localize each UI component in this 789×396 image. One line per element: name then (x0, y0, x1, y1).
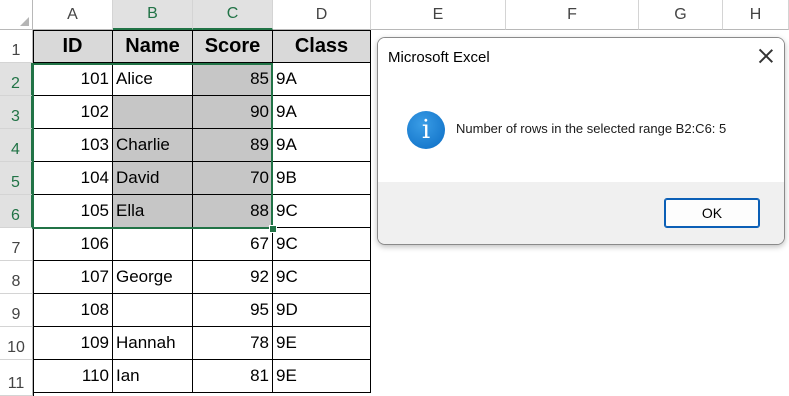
cell-class[interactable]: 9E (273, 360, 371, 393)
header-cell-score[interactable]: Score (193, 30, 273, 63)
dialog-message: Number of rows in the selected range B2:… (456, 121, 727, 136)
cell-name[interactable] (113, 228, 193, 261)
info-icon: i (407, 111, 445, 149)
cell-name[interactable] (113, 294, 193, 327)
cell-name[interactable]: Charlie (113, 129, 193, 162)
cell-name[interactable] (113, 96, 193, 129)
cell-id[interactable]: 106 (33, 228, 113, 261)
row-header-6[interactable]: 6 (0, 195, 33, 228)
cell-id[interactable]: 102 (33, 96, 113, 129)
cell-name[interactable]: Alice (113, 63, 193, 96)
cell-score[interactable]: 95 (193, 294, 273, 327)
row-header-1[interactable]: 1 (0, 30, 33, 63)
cell-id[interactable]: 101 (33, 63, 113, 96)
cell-id[interactable]: 108 (33, 294, 113, 327)
cell-id[interactable]: 110 (33, 360, 113, 393)
cell-score[interactable]: 78 (193, 327, 273, 360)
cell-score[interactable]: 90 (193, 96, 273, 129)
cell-class[interactable]: 9C (273, 261, 371, 294)
cell-score[interactable]: 85 (193, 63, 273, 96)
column-header-f[interactable]: F (506, 0, 639, 30)
cell-id[interactable]: 109 (33, 327, 113, 360)
cell-score[interactable]: 70 (193, 162, 273, 195)
message-dialog: Microsoft Excel i Number of rows in the … (377, 37, 785, 245)
cell-class[interactable]: 9A (273, 63, 371, 96)
cell-score[interactable]: 81 (193, 360, 273, 393)
dialog-title-bar[interactable]: Microsoft Excel (378, 38, 784, 76)
row-header-11[interactable]: 11 (0, 360, 33, 396)
cell-id[interactable]: 107 (33, 261, 113, 294)
column-header-b[interactable]: B (113, 0, 193, 30)
row-header-9[interactable]: 9 (0, 294, 33, 327)
cell-class[interactable]: 9E (273, 327, 371, 360)
cell-class[interactable]: 9C (273, 195, 371, 228)
cell-class[interactable]: 9A (273, 129, 371, 162)
column-header-d[interactable]: D (273, 0, 371, 30)
header-cell-id[interactable]: ID (33, 30, 113, 63)
table-top-border (33, 30, 371, 31)
dialog-title: Microsoft Excel (388, 48, 490, 66)
cell-class[interactable]: 9D (273, 294, 371, 327)
fill-handle[interactable] (269, 225, 277, 233)
row-header-3[interactable]: 3 (0, 96, 33, 129)
row-header-2[interactable]: 2 (0, 63, 33, 96)
cell-name[interactable]: Ella (113, 195, 193, 228)
cell-name[interactable]: David (113, 162, 193, 195)
column-header-c[interactable]: C (193, 0, 273, 30)
row-header-5[interactable]: 5 (0, 162, 33, 195)
cell-name[interactable]: George (113, 261, 193, 294)
header-cell-name[interactable]: Name (113, 30, 193, 63)
cell-score[interactable]: 89 (193, 129, 273, 162)
close-icon[interactable] (758, 48, 774, 64)
ok-button[interactable]: OK (664, 198, 760, 228)
row-header-7[interactable]: 7 (0, 228, 33, 261)
cell-class[interactable]: 9A (273, 96, 371, 129)
cell-score[interactable]: 92 (193, 261, 273, 294)
row-header-8[interactable]: 8 (0, 261, 33, 294)
cell-id[interactable]: 105 (33, 195, 113, 228)
select-all-corner[interactable] (0, 0, 33, 30)
cell-id[interactable]: 103 (33, 129, 113, 162)
cell-name[interactable]: Ian (113, 360, 193, 393)
cell-id[interactable]: 104 (33, 162, 113, 195)
cell-score[interactable]: 88 (193, 195, 273, 228)
row-header-4[interactable]: 4 (0, 129, 33, 162)
cell-score[interactable]: 67 (193, 228, 273, 261)
cell-class[interactable]: 9C (273, 228, 371, 261)
cell-name[interactable]: Hannah (113, 327, 193, 360)
column-header-h[interactable]: H (723, 0, 789, 30)
header-cell-class[interactable]: Class (273, 30, 371, 63)
column-header-e[interactable]: E (371, 0, 506, 30)
column-header-a[interactable]: A (33, 0, 113, 30)
row-header-10[interactable]: 10 (0, 327, 33, 360)
cell-class[interactable]: 9B (273, 162, 371, 195)
column-header-g[interactable]: G (639, 0, 723, 30)
table-left-border (33, 30, 34, 396)
